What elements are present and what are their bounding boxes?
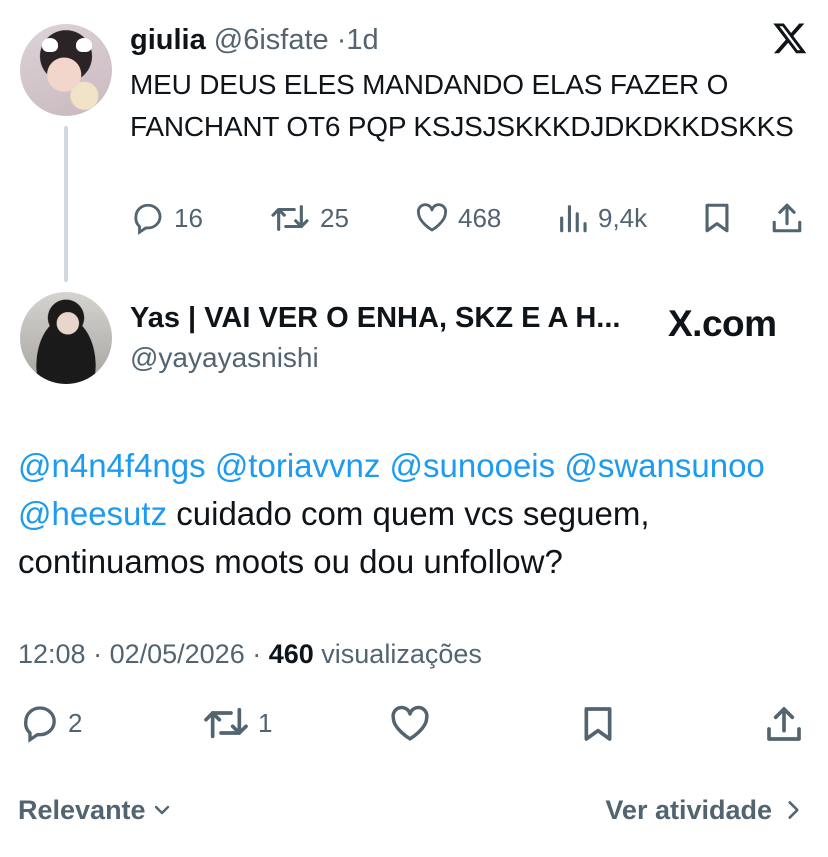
view-count: 460 <box>268 639 314 669</box>
tweet-date[interactable]: 02/05/2026 <box>110 639 245 669</box>
view-label: visualizações <box>321 639 482 669</box>
tweet-metadata: 12:08 · 02/05/2026 · 460 visualizações <box>18 639 482 669</box>
share-icon <box>767 707 801 741</box>
avatar-decoration <box>42 38 58 52</box>
like-icon <box>391 705 429 741</box>
sort-label: Relevante <box>18 795 146 825</box>
repost-icon <box>271 205 309 231</box>
quoted-author-name[interactable]: giulia <box>130 24 206 56</box>
quoted-share-button[interactable] <box>770 201 804 235</box>
sort-dropdown[interactable]: Relevante <box>18 792 174 828</box>
x-logo-icon <box>773 23 807 54</box>
reply-icon <box>134 203 162 235</box>
mention-link[interactable]: @swansunoo <box>564 447 764 484</box>
chevron-right-icon <box>788 801 799 819</box>
quoted-like-button[interactable]: 468 <box>414 201 501 235</box>
tweet-time[interactable]: 12:08 <box>18 639 86 669</box>
author-handle[interactable]: @yayayasnishi <box>130 340 319 376</box>
quoted-tweet-header: giulia @6isfate ·1d <box>130 22 379 58</box>
quoted-tweet-actions: 16 25 468 9,4k <box>0 201 828 241</box>
x-com-watermark: X.com <box>668 303 777 344</box>
chevron-down-icon <box>154 805 169 815</box>
meta-separator: · <box>336 24 347 56</box>
activity-label: Ver atividade <box>605 795 772 825</box>
mention-link[interactable]: @toriavvnz <box>215 447 381 484</box>
quoted-time-ago[interactable]: 1d <box>346 24 378 56</box>
view-activity-link[interactable]: Ver atividade <box>605 792 806 828</box>
quoted-reply-button[interactable]: 16 <box>130 201 203 235</box>
like-button[interactable] <box>388 703 432 745</box>
repost-icon <box>204 707 248 739</box>
reply-count: 2 <box>68 707 83 738</box>
mention-link[interactable]: @sunooeis <box>390 447 556 484</box>
quoted-like-count: 468 <box>458 202 502 233</box>
quoted-author-handle[interactable]: @6isfate <box>214 24 329 56</box>
quoted-views-button[interactable]: 9,4k <box>556 201 647 235</box>
bookmark-icon <box>584 707 612 741</box>
repost-button[interactable]: 1 <box>202 703 272 743</box>
mention-link[interactable]: @n4n4f4ngs <box>18 447 206 484</box>
giulia-avatar[interactable] <box>20 24 112 116</box>
views-icon <box>560 205 587 233</box>
share-icon <box>772 203 802 233</box>
mention-link[interactable]: @heesutz <box>18 495 167 532</box>
repost-count: 1 <box>258 707 273 738</box>
quoted-repost-count: 25 <box>320 202 349 233</box>
author-name[interactable]: Yas | VAI VER O ENHA, SKZ E A H... <box>130 300 620 336</box>
tweet-text: @n4n4f4ngs @toriavvnz @sunooeis @swansun… <box>18 442 818 586</box>
quoted-repost-button[interactable]: 25 <box>268 201 349 235</box>
yas-avatar[interactable] <box>20 292 112 384</box>
bookmark-button[interactable] <box>578 703 618 745</box>
bookmark-icon <box>705 203 729 233</box>
avatar-decoration <box>76 38 92 52</box>
quoted-tweet-text: MEU DEUS ELES MANDANDO ELAS FAZER O FANC… <box>130 69 794 142</box>
quoted-view-count: 9,4k <box>598 202 648 233</box>
quoted-bookmark-button[interactable] <box>700 201 734 235</box>
reply-button[interactable]: 2 <box>20 703 82 743</box>
like-icon <box>416 203 448 232</box>
reply-icon <box>24 706 56 743</box>
share-button[interactable] <box>764 703 804 745</box>
quoted-reply-count: 16 <box>174 202 203 233</box>
tweet-actions: 2 1 <box>0 703 828 749</box>
